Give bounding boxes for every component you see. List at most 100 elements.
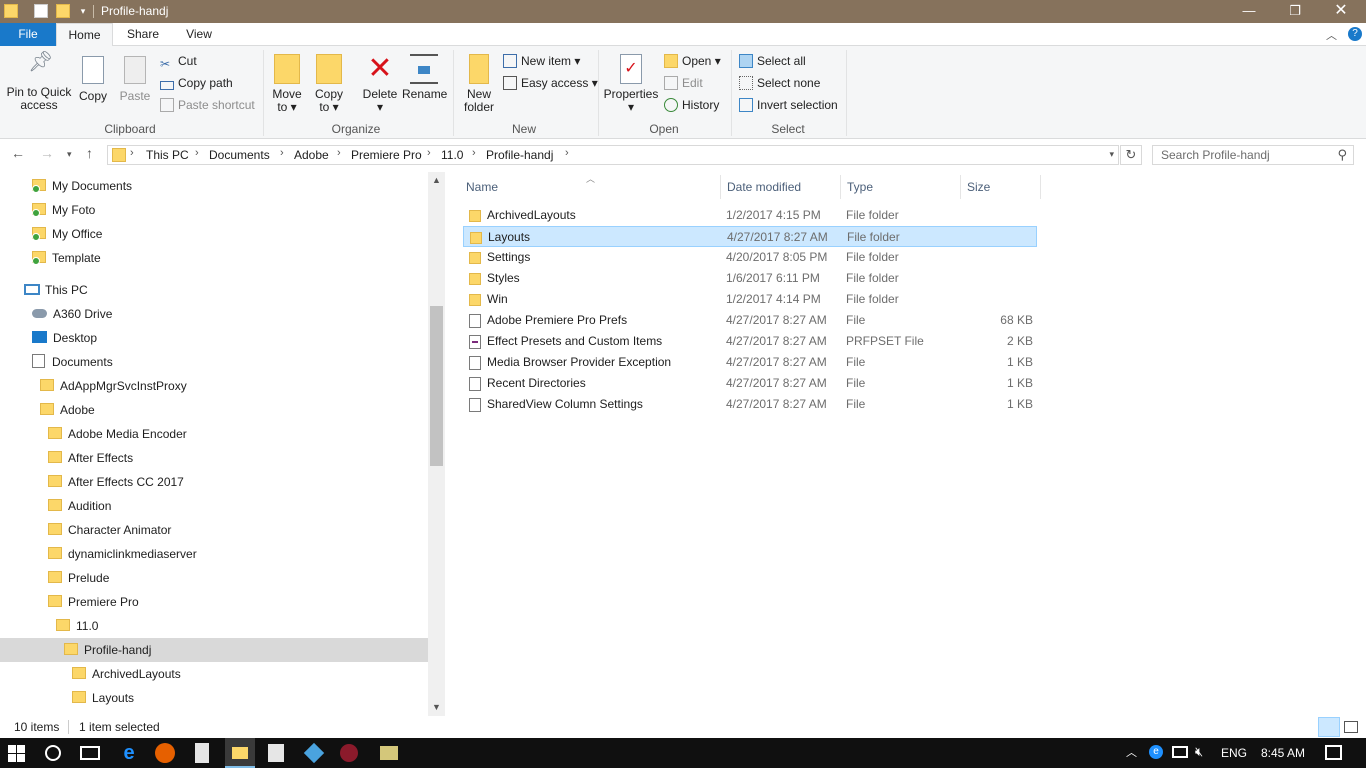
- new-item-button[interactable]: New item ▾: [503, 51, 580, 71]
- volume-muted-icon[interactable]: 🔇︎: [1195, 744, 1203, 760]
- clock[interactable]: 8:45 AM: [1261, 746, 1305, 760]
- scroll-up-icon[interactable]: ▲: [432, 175, 441, 185]
- new-folder-button[interactable]: New folder: [460, 54, 498, 114]
- breadcrumb-this-pc[interactable]: This PC: [146, 148, 189, 162]
- properties-quick-icon[interactable]: [34, 4, 48, 18]
- breadcrumb-separator[interactable]: ›: [130, 147, 134, 159]
- copy-path-button[interactable]: Copy path: [160, 73, 233, 93]
- address-bar[interactable]: › This PC › Documents › Adobe › Premiere…: [107, 145, 1119, 165]
- table-row[interactable]: SharedView Column Settings 4/27/2017 8:2…: [463, 394, 1037, 415]
- media-app-icon[interactable]: [340, 744, 358, 762]
- store-icon[interactable]: [268, 744, 284, 762]
- breadcrumb-premiere-pro[interactable]: Premiere Pro: [351, 148, 422, 162]
- help-icon[interactable]: ?: [1348, 27, 1362, 41]
- restore-button[interactable]: ❐: [1272, 0, 1318, 23]
- tab-file[interactable]: File: [0, 23, 56, 46]
- details-view-icon[interactable]: [1318, 717, 1340, 737]
- invert-selection-button[interactable]: Invert selection: [739, 95, 838, 115]
- easy-access-button[interactable]: Easy access ▾: [503, 73, 598, 93]
- table-row[interactable]: Win 1/2/2017 4:14 PM File folder: [463, 289, 1037, 310]
- history-button[interactable]: History: [664, 95, 719, 115]
- nav-item-character-animator[interactable]: Character Animator: [48, 518, 171, 542]
- nav-item-archivedlayouts[interactable]: ArchivedLayouts: [72, 662, 181, 686]
- tab-share[interactable]: Share: [115, 23, 171, 46]
- nav-item-after-effects[interactable]: After Effects: [48, 446, 133, 470]
- task-view-icon[interactable]: [80, 746, 100, 760]
- customize-quick-access-icon[interactable]: ▾: [76, 4, 90, 18]
- nav-item-dynamiclinkmediaserver[interactable]: dynamiclinkmediaserver: [48, 542, 197, 566]
- breadcrumb-separator[interactable]: ›: [280, 147, 284, 159]
- refresh-icon[interactable]: ↻: [1120, 145, 1142, 165]
- recent-locations-chevron-icon[interactable]: ▾: [67, 149, 72, 160]
- nav-item-adappmgr[interactable]: AdAppMgrSvcInstProxy: [40, 374, 187, 398]
- language-indicator[interactable]: ENG: [1221, 746, 1247, 760]
- breadcrumb-separator[interactable]: ›: [565, 147, 569, 159]
- table-row[interactable]: Media Browser Provider Exception 4/27/20…: [463, 352, 1037, 373]
- column-header-date[interactable]: Date modified: [727, 180, 801, 194]
- nav-item-desktop[interactable]: Desktop: [32, 326, 97, 350]
- calculator-icon[interactable]: [195, 743, 209, 763]
- network-icon[interactable]: [1172, 746, 1188, 758]
- minimize-button[interactable]: —: [1226, 0, 1272, 23]
- table-row[interactable]: Recent Directories 4/27/2017 8:27 AM Fil…: [463, 373, 1037, 394]
- close-button[interactable]: ✕: [1318, 0, 1364, 23]
- nav-item-this-pc[interactable]: This PC: [24, 278, 88, 302]
- nav-item-after-effects-cc-2017[interactable]: After Effects CC 2017: [48, 470, 184, 494]
- nav-item-my-office[interactable]: My Office: [32, 222, 102, 246]
- back-arrow-icon[interactable]: ←: [11, 145, 25, 161]
- table-row[interactable]: Settings 4/20/2017 8:05 PM File folder: [463, 247, 1037, 268]
- nav-item-adobe-media-encoder[interactable]: Adobe Media Encoder: [48, 422, 187, 446]
- properties-button[interactable]: ✓ Properties ▾: [603, 54, 659, 114]
- breadcrumb-profile-handj[interactable]: Profile-handj: [486, 148, 553, 162]
- archive-app-icon[interactable]: [380, 746, 398, 760]
- column-separator[interactable]: [960, 175, 961, 199]
- table-row[interactable]: Layouts 4/27/2017 8:27 AM File folder: [463, 226, 1037, 247]
- select-none-button[interactable]: Select none: [739, 73, 820, 93]
- pin-quick-access-button[interactable]: 📌︎ Pin to Quick access: [4, 52, 74, 112]
- ie-tray-icon[interactable]: e: [1149, 745, 1163, 759]
- tab-home[interactable]: Home: [56, 23, 113, 47]
- column-separator[interactable]: [720, 175, 721, 199]
- scroll-down-icon[interactable]: ▼: [432, 702, 441, 712]
- collapse-ribbon-icon[interactable]: ︿: [1326, 27, 1337, 43]
- breadcrumb-separator[interactable]: ›: [195, 147, 199, 159]
- table-row[interactable]: Styles 1/6/2017 6:11 PM File folder: [463, 268, 1037, 289]
- nav-item-adobe[interactable]: Adobe: [40, 398, 95, 422]
- new-folder-quick-icon[interactable]: [56, 4, 70, 18]
- search-input[interactable]: Search Profile-handj ⚲: [1152, 145, 1354, 165]
- edge-browser-icon[interactable]: e: [118, 742, 140, 764]
- nav-item-my-documents[interactable]: My Documents: [32, 174, 132, 198]
- up-arrow-icon[interactable]: ↑: [86, 145, 93, 161]
- app-icon[interactable]: [303, 742, 325, 764]
- paste-button[interactable]: Paste: [118, 56, 152, 103]
- column-header-name[interactable]: Name: [466, 180, 498, 194]
- breadcrumb-adobe[interactable]: Adobe: [294, 148, 329, 162]
- open-button[interactable]: Open ▾: [664, 51, 721, 71]
- windows-start-icon[interactable]: [8, 745, 25, 762]
- breadcrumb-11-0[interactable]: 11.0: [441, 148, 463, 162]
- tab-view[interactable]: View: [172, 23, 226, 46]
- nav-item-audition[interactable]: Audition: [48, 494, 111, 518]
- nav-item-a360-drive[interactable]: A360 Drive: [32, 302, 112, 326]
- column-header-size[interactable]: Size: [967, 180, 990, 194]
- select-all-button[interactable]: Select all: [739, 51, 806, 71]
- copy-to-button[interactable]: Copy to ▾: [312, 54, 346, 114]
- file-explorer-taskbar-button[interactable]: [225, 738, 255, 768]
- nav-item-documents[interactable]: Documents: [32, 350, 113, 374]
- nav-scrollbar[interactable]: ▲ ▼: [428, 172, 445, 716]
- breadcrumb-documents[interactable]: Documents: [209, 148, 270, 162]
- table-row[interactable]: Adobe Premiere Pro Prefs 4/27/2017 8:27 …: [463, 310, 1037, 331]
- copy-button[interactable]: Copy: [76, 56, 110, 103]
- breadcrumb-separator[interactable]: ›: [427, 147, 431, 159]
- table-row[interactable]: ArchivedLayouts 1/2/2017 4:15 PM File fo…: [463, 205, 1037, 226]
- nav-item-prelude[interactable]: Prelude: [48, 566, 109, 590]
- scrollbar-thumb[interactable]: [430, 306, 443, 466]
- breadcrumb-separator[interactable]: ›: [472, 147, 476, 159]
- address-dropdown-chevron-icon[interactable]: ▾: [1109, 149, 1114, 160]
- paste-shortcut-button[interactable]: Paste shortcut: [160, 95, 255, 115]
- search-circle-icon[interactable]: [45, 745, 61, 761]
- column-separator[interactable]: [840, 175, 841, 199]
- nav-item-premiere-pro[interactable]: Premiere Pro: [48, 590, 139, 614]
- show-hidden-icons-chevron[interactable]: ︿: [1126, 744, 1137, 760]
- column-separator[interactable]: [1040, 175, 1041, 199]
